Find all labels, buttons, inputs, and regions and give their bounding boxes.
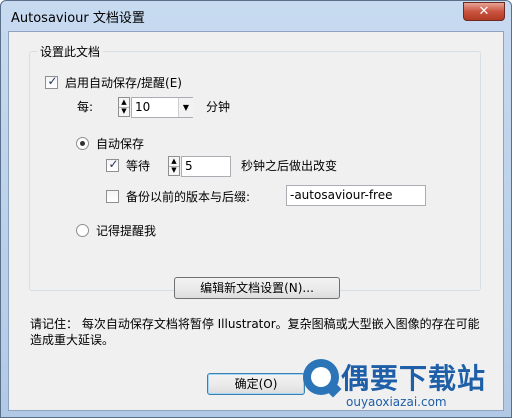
watermark-url: ouyaoxiazai.com — [346, 395, 447, 409]
title-bar[interactable]: Autosaviour 文档设置 ✕ — [1, 1, 511, 31]
interval-unit-label: 分钟 — [206, 100, 231, 114]
close-icon: ✕ — [478, 4, 490, 19]
autosave-radio[interactable] — [76, 137, 89, 150]
interval-prefix-label: 每: — [77, 100, 94, 114]
wait-seconds-input[interactable]: 5 — [181, 156, 231, 177]
check-icon: ✓ — [108, 157, 119, 171]
spin-down-icon[interactable]: ▼ — [169, 166, 179, 175]
note-text: 请记住： 每次自动保存文档将暂停 Illustrator。复杂图稿或大型嵌入图像… — [30, 317, 480, 347]
interval-spinner[interactable]: ▲ ▼ — [118, 97, 130, 117]
backup-suffix-input[interactable]: -autosaviour-free — [286, 185, 426, 206]
check-icon: ✓ — [47, 74, 58, 88]
backup-label[interactable]: 备份以前的版本与后缀: — [126, 188, 250, 205]
watermark-logo-icon — [303, 359, 342, 398]
backup-suffix-value: -autosaviour-free — [290, 188, 393, 202]
group-legend: 设置此文档 — [37, 43, 104, 60]
enable-autosave-checkbox[interactable]: ✓ — [45, 74, 58, 89]
interval-value: 10 — [135, 100, 151, 114]
dropdown-arrow-icon[interactable]: ▼ — [178, 98, 193, 117]
wait-unit-label: 秒钟之后做出改变 — [241, 159, 338, 173]
enable-autosave-label[interactable]: 启用自动保存/提醒(E) — [65, 74, 182, 91]
wait-spinner[interactable]: ▲ ▼ — [168, 156, 180, 176]
radio-selected-dot — [80, 141, 85, 146]
dialog-window: Autosaviour 文档设置 ✕ 设置此文档 ✓ 启用自动保存/提醒(E) … — [0, 0, 512, 418]
dialog-body: 设置此文档 ✓ 启用自动保存/提醒(E) 每: ▲ ▼ 10 ▼ 分钟 自动保存… — [8, 31, 504, 411]
remind-radio-label[interactable]: 记得提醒我 — [96, 222, 156, 239]
spin-down-icon[interactable]: ▼ — [119, 107, 129, 116]
ok-button[interactable]: 确定(O) — [207, 373, 305, 395]
wait-label[interactable]: 等待 — [126, 157, 150, 174]
wait-checkbox[interactable]: ✓ — [106, 157, 119, 172]
wait-seconds-value: 5 — [185, 159, 193, 173]
window-title: Autosaviour 文档设置 — [11, 11, 145, 26]
remind-radio[interactable] — [76, 224, 89, 237]
close-button[interactable]: ✕ — [463, 2, 505, 21]
watermark-text: 偶要下载站 — [341, 362, 487, 395]
autosave-radio-label[interactable]: 自动保存 — [96, 135, 144, 152]
edit-new-document-settings-button[interactable]: 编辑新文档设置(N)... — [174, 277, 340, 299]
backup-checkbox[interactable] — [106, 190, 119, 203]
